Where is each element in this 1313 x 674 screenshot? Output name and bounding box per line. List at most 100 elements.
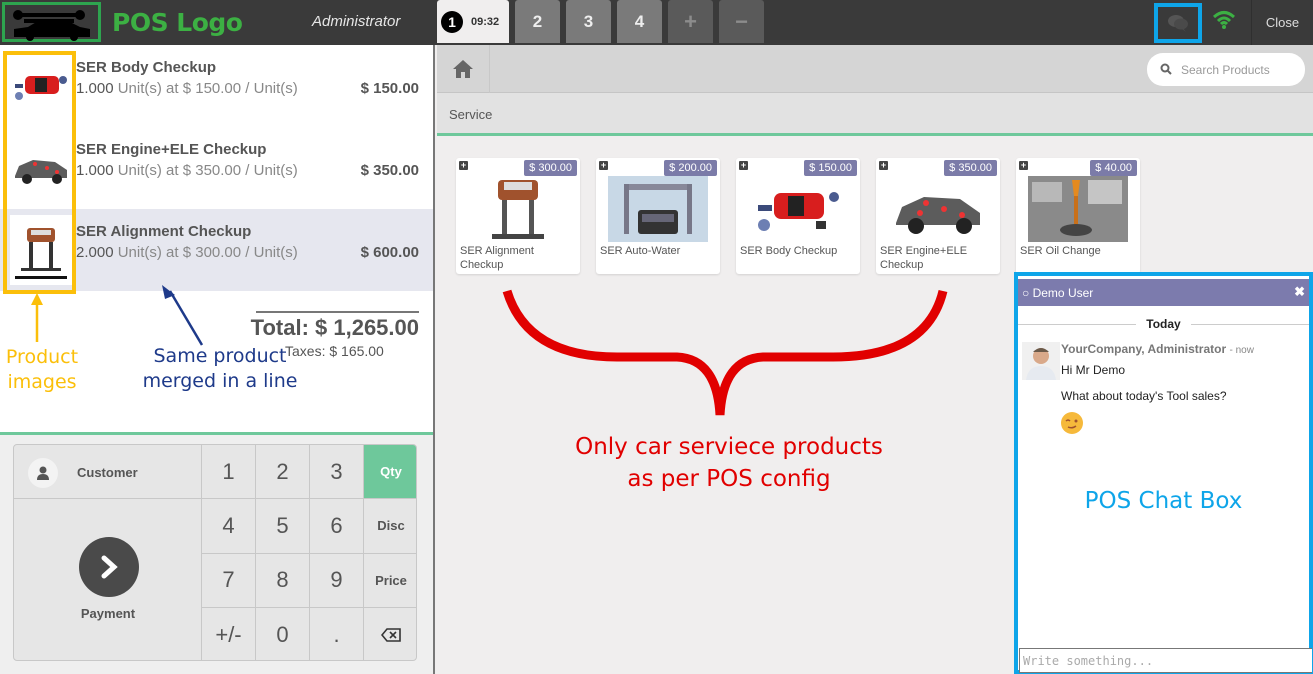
- blue-arrow-line: [168, 290, 204, 346]
- product-name: SER Alignment Checkup: [460, 245, 534, 271]
- product-name: SER Engine+ELE Checkup: [880, 245, 968, 271]
- plus-icon: +: [684, 8, 697, 34]
- payment-button[interactable]: Payment: [14, 499, 202, 660]
- search-input[interactable]: [1181, 59, 1299, 81]
- line-product-name: SER Alignment Checkup: [76, 223, 252, 240]
- red-car-parts-icon: [758, 192, 839, 231]
- product-card[interactable]: + $ 200.00 SER Auto-Water: [596, 158, 720, 274]
- order-tab-4[interactable]: 4: [617, 0, 662, 43]
- plus-icon: +: [459, 160, 468, 170]
- key-3[interactable]: 3: [310, 445, 364, 500]
- product-image: [464, 174, 572, 244]
- category-breadcrumb: Service: [437, 93, 1313, 136]
- order-number: 1: [441, 10, 463, 33]
- add-order-button[interactable]: +: [668, 0, 713, 43]
- logo-text: POS Logo: [112, 8, 243, 37]
- curly-brace-annotation: [502, 289, 948, 416]
- key-7[interactable]: 7: [202, 553, 256, 608]
- backspace-button[interactable]: [364, 608, 416, 660]
- close-chat-icon[interactable]: ✖: [1294, 284, 1305, 300]
- line-price: $ 600.00: [360, 244, 419, 261]
- mode-disc-button[interactable]: Disc: [364, 499, 416, 554]
- chat-input[interactable]: [1019, 648, 1312, 673]
- close-button[interactable]: Close: [1251, 0, 1313, 45]
- remove-order-button[interactable]: −: [719, 0, 764, 43]
- line-qty-info: 2.000 Unit(s) at $ 300.00 / Unit(s): [76, 244, 298, 261]
- key-4[interactable]: 4: [202, 499, 256, 554]
- key-6[interactable]: 6: [310, 499, 364, 554]
- chat-header[interactable]: ○ Demo User ✖: [1018, 279, 1309, 306]
- chevron-right-icon: [79, 537, 139, 597]
- product-image: [744, 174, 852, 244]
- search-box[interactable]: [1147, 53, 1305, 86]
- key-2[interactable]: 2: [256, 445, 310, 500]
- order-tab-1[interactable]: 1 09:32: [437, 0, 509, 43]
- annotation-pos-config: Only car serviece products as per POS co…: [575, 434, 883, 492]
- search-icon: [1160, 63, 1172, 75]
- chat-button[interactable]: [1154, 3, 1202, 43]
- key-decimal[interactable]: .: [310, 607, 364, 660]
- products-header: [437, 45, 1313, 93]
- product-card[interactable]: + $ 150.00 SER Body Checkup: [736, 158, 860, 274]
- key-5[interactable]: 5: [256, 499, 310, 554]
- car-on-lift-icon: [492, 180, 544, 239]
- message-time: - now: [1229, 345, 1254, 356]
- brace-shape: [502, 289, 948, 416]
- order-total: Total: $ 1,265.00: [250, 315, 419, 340]
- annotation-chat-box: POS Chat Box: [1084, 488, 1243, 514]
- order-tabs: 1 09:32 2 3 4 + −: [437, 0, 764, 45]
- connection-status[interactable]: [1212, 10, 1236, 35]
- key-8[interactable]: 8: [256, 553, 310, 608]
- chat-bubbles-icon: [1168, 15, 1188, 32]
- author-avatar: [1022, 342, 1060, 380]
- line-product-name: SER Engine+ELE Checkup: [76, 141, 267, 158]
- product-name: SER Body Checkup: [740, 245, 838, 257]
- pos-screen: POS Logo Administrator 1 09:32 2 3 4 + −: [0, 0, 1313, 674]
- line-price: $ 350.00: [360, 162, 419, 179]
- key-0[interactable]: 0: [256, 607, 310, 660]
- line-qty-info: 1.000 Unit(s) at $ 150.00 / Unit(s): [76, 80, 298, 97]
- chat-window: ○ Demo User ✖ Today YourCompany, Adminis…: [1014, 272, 1313, 674]
- line-product-name: SER Body Checkup: [76, 59, 217, 76]
- plus-icon: +: [739, 160, 748, 170]
- actionpad-area: Customer Payment 1 2 3 Qty 4 5 6 Disc 7 …: [0, 432, 433, 674]
- yellow-arrow-head: [31, 293, 43, 305]
- backspace-icon: [381, 628, 401, 642]
- minus-icon: −: [735, 8, 748, 34]
- product-name: SER Auto-Water: [600, 245, 681, 257]
- oil-pour-icon: [1028, 176, 1128, 242]
- line-price: $ 150.00: [360, 80, 419, 97]
- plus-icon: +: [599, 160, 608, 170]
- home-button[interactable]: [437, 45, 490, 93]
- key-1[interactable]: 1: [202, 445, 256, 500]
- payment-label: Payment: [80, 606, 136, 621]
- breadcrumb-category[interactable]: Service: [449, 107, 492, 122]
- chat-title: ○ Demo User: [1022, 286, 1094, 300]
- annotation-product-images: Product images: [5, 346, 79, 393]
- product-image: [604, 174, 712, 244]
- customer-label: Customer: [77, 465, 138, 480]
- keypad: Customer Payment 1 2 3 Qty 4 5 6 Disc 7 …: [13, 444, 417, 661]
- wink-emoji-icon: [1061, 412, 1083, 434]
- mode-price-button[interactable]: Price: [364, 554, 416, 608]
- product-card[interactable]: + $ 40.00 SER Oil Change: [1016, 158, 1140, 274]
- product-image: [1024, 174, 1132, 244]
- chat-message: What about today's Tool sales?: [1061, 389, 1227, 403]
- car-wrench-logo-icon: [13, 10, 90, 41]
- annotation-merged-line: Same product merged in a line: [142, 345, 298, 392]
- logo: [2, 2, 101, 42]
- order-tab-3[interactable]: 3: [566, 0, 611, 43]
- user-icon: [28, 458, 58, 488]
- summary-divider: [256, 311, 419, 313]
- plus-icon: +: [879, 160, 888, 170]
- status-circle-icon: ○: [1022, 286, 1030, 300]
- product-card[interactable]: + $ 350.00 SER Engine+ELE Checkup: [876, 158, 1000, 274]
- order-tab-2[interactable]: 2: [515, 0, 560, 43]
- order-time: 09:32: [471, 15, 500, 28]
- key-plus-minus[interactable]: +/-: [202, 607, 256, 660]
- key-9[interactable]: 9: [310, 553, 364, 608]
- customer-button[interactable]: Customer: [14, 445, 202, 499]
- mode-qty-button[interactable]: Qty: [364, 445, 416, 500]
- product-card[interactable]: + $ 300.00 SER Alignment Checkup: [456, 158, 580, 274]
- cashier-name[interactable]: Administrator: [312, 13, 400, 30]
